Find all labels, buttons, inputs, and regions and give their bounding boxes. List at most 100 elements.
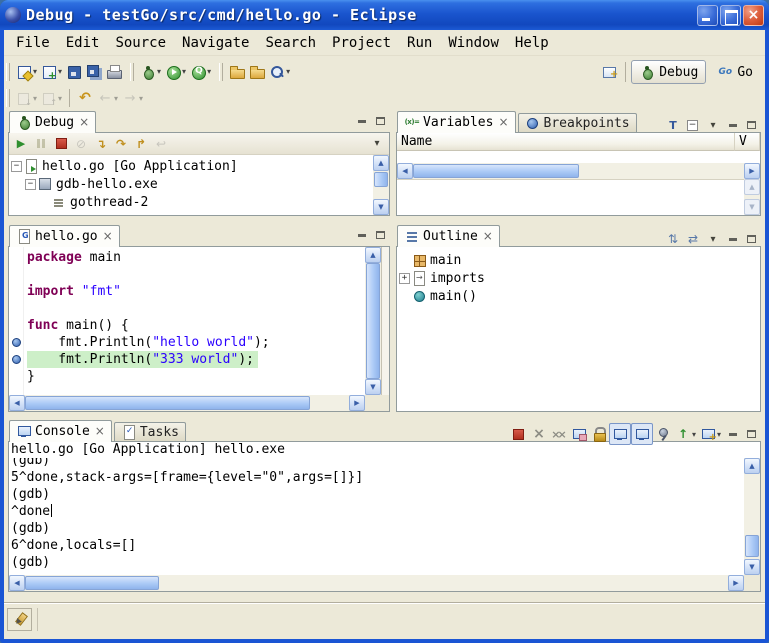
perspective-debug-button[interactable]: Debug <box>631 60 706 84</box>
minimize-view-icon[interactable] <box>725 427 741 441</box>
expander-icon[interactable]: − <box>25 179 36 190</box>
collapse-all-icon[interactable] <box>683 114 703 136</box>
terminate-icon[interactable] <box>51 133 71 155</box>
toolbar-grip[interactable] <box>130 63 134 81</box>
view-menu-icon[interactable] <box>703 114 723 136</box>
new-wizard-icon[interactable]: ▾ <box>14 61 39 83</box>
minimize-view-icon[interactable] <box>725 118 741 132</box>
disconnect-icon[interactable] <box>71 133 91 155</box>
breakpoint-icon[interactable] <box>12 338 21 347</box>
link-with-editor-icon[interactable] <box>683 228 703 250</box>
code-line[interactable]: fmt.Println("hello world"); <box>27 334 365 351</box>
scroll-lock-icon[interactable] <box>589 423 609 445</box>
scroll-left-icon[interactable]: ◀ <box>9 395 25 411</box>
tree-item[interactable]: gothread-2 <box>9 193 373 211</box>
scroll-thumb[interactable] <box>25 576 159 590</box>
menu-source[interactable]: Source <box>107 32 174 54</box>
window-minimize-button[interactable] <box>697 5 718 26</box>
scroll-thumb[interactable] <box>745 535 759 557</box>
dropdown-arrow-icon[interactable]: ▾ <box>207 67 211 76</box>
sort-icon[interactable] <box>663 228 683 250</box>
show-type-names-icon[interactable] <box>663 114 683 136</box>
remove-all-launches-icon[interactable] <box>549 423 569 445</box>
code-line[interactable]: } <box>27 368 365 385</box>
expander-icon[interactable]: + <box>399 273 410 284</box>
dropdown-arrow-icon[interactable]: ▾ <box>692 430 696 439</box>
menu-project[interactable]: Project <box>324 32 399 54</box>
editor-scrollbar-vertical[interactable]: ▲ ▼ <box>365 247 381 395</box>
remove-launch-icon[interactable] <box>529 423 549 445</box>
editor-scrollbar-horizontal[interactable]: ◀ ▶ <box>9 395 365 411</box>
code-editor[interactable]: package main import "fmt" func main() { … <box>25 247 365 395</box>
tree-item[interactable]: main <box>397 251 760 269</box>
tab-console[interactable]: Console× <box>9 420 112 442</box>
tab-outline[interactable]: Outline × <box>397 225 500 247</box>
tree-item[interactable]: +imports <box>397 269 760 287</box>
toolbar-grip[interactable] <box>6 89 10 107</box>
scroll-right-icon[interactable]: ▶ <box>349 395 365 411</box>
fast-view-bar[interactable] <box>7 608 32 631</box>
step-return-icon[interactable] <box>131 133 151 155</box>
run-icon[interactable]: ▾ <box>163 61 188 83</box>
show-stdout-icon[interactable] <box>609 423 631 445</box>
variables-scrollbar-horizontal[interactable]: ◀ ▶ <box>397 163 760 179</box>
open-file-icon[interactable] <box>227 61 247 83</box>
dropdown-arrow-icon[interactable]: ▾ <box>139 94 143 103</box>
dropdown-arrow-icon[interactable]: ▾ <box>717 430 721 439</box>
code-line[interactable] <box>27 266 365 283</box>
open-perspective-icon[interactable] <box>600 61 620 83</box>
dropdown-arrow-icon[interactable]: ▾ <box>58 67 62 76</box>
scroll-thumb[interactable] <box>25 396 310 410</box>
close-icon[interactable]: × <box>483 229 493 243</box>
tab-breakpoints[interactable]: Breakpoints <box>518 113 637 132</box>
debug-icon[interactable]: ▾ <box>138 61 163 83</box>
menu-run[interactable]: Run <box>399 32 440 54</box>
new-go-element-icon[interactable]: ▾ <box>39 61 64 83</box>
scroll-up-icon[interactable]: ▲ <box>373 155 389 171</box>
dropdown-arrow-icon[interactable]: ▾ <box>182 67 186 76</box>
scroll-thumb[interactable] <box>374 172 388 187</box>
variables-tree-area[interactable] <box>397 151 760 163</box>
tree-item[interactable]: −gdb-hello.exe <box>9 175 373 193</box>
variables-detail-pane[interactable] <box>397 179 744 215</box>
view-menu-icon[interactable] <box>703 228 723 250</box>
toolbar-grip[interactable] <box>219 63 223 81</box>
view-menu-icon[interactable] <box>367 133 387 155</box>
save-all-icon[interactable] <box>84 61 104 83</box>
last-edit-location-icon[interactable] <box>75 87 95 109</box>
tab-variables[interactable]: Variables× <box>397 111 516 133</box>
tree-item[interactable]: −hello.go [Go Application] <box>9 157 373 175</box>
window-maximize-button[interactable] <box>720 5 741 26</box>
debug-tree[interactable]: −hello.go [Go Application]−gdb-hello.exe… <box>9 155 373 215</box>
console-scrollbar-horizontal[interactable]: ◀ ▶ <box>9 575 744 591</box>
code-line[interactable]: func main() { <box>27 317 365 334</box>
open-console-icon[interactable]: ▾ <box>698 423 723 445</box>
code-line[interactable]: fmt.Println("333 world"); <box>27 351 365 368</box>
step-into-icon[interactable] <box>91 133 111 155</box>
expander-icon[interactable]: − <box>11 161 22 172</box>
minimize-view-icon[interactable] <box>725 232 741 246</box>
menu-search[interactable]: Search <box>257 32 324 54</box>
minimize-view-icon[interactable] <box>354 228 370 242</box>
scroll-up-icon[interactable]: ▲ <box>365 247 381 263</box>
menu-edit[interactable]: Edit <box>58 32 108 54</box>
save-icon[interactable] <box>64 61 84 83</box>
maximize-view-icon[interactable] <box>743 118 759 132</box>
dropdown-arrow-icon[interactable]: ▾ <box>33 67 37 76</box>
scroll-down-icon[interactable]: ▼ <box>744 559 760 575</box>
display-console-icon[interactable]: ▾ <box>673 423 698 445</box>
dropdown-arrow-icon[interactable]: ▾ <box>58 94 62 103</box>
dropdown-arrow-icon[interactable]: ▾ <box>33 94 37 103</box>
scroll-down-icon[interactable]: ▼ <box>365 379 381 395</box>
previous-annotation-icon[interactable]: ▾ <box>39 87 64 109</box>
search-icon[interactable]: ▾ <box>267 61 292 83</box>
tab-hello-go[interactable]: hello.go × <box>9 225 120 247</box>
open-folder-icon[interactable] <box>247 61 267 83</box>
close-icon[interactable]: × <box>79 115 89 129</box>
console-scrollbar-vertical[interactable]: ▲ ▼ <box>744 458 760 575</box>
scroll-up-icon[interactable]: ▲ <box>744 458 760 474</box>
back-icon[interactable]: ▾ <box>95 87 120 109</box>
scroll-thumb[interactable] <box>366 263 380 379</box>
scroll-thumb[interactable] <box>413 164 579 178</box>
step-over-icon[interactable] <box>111 133 131 155</box>
